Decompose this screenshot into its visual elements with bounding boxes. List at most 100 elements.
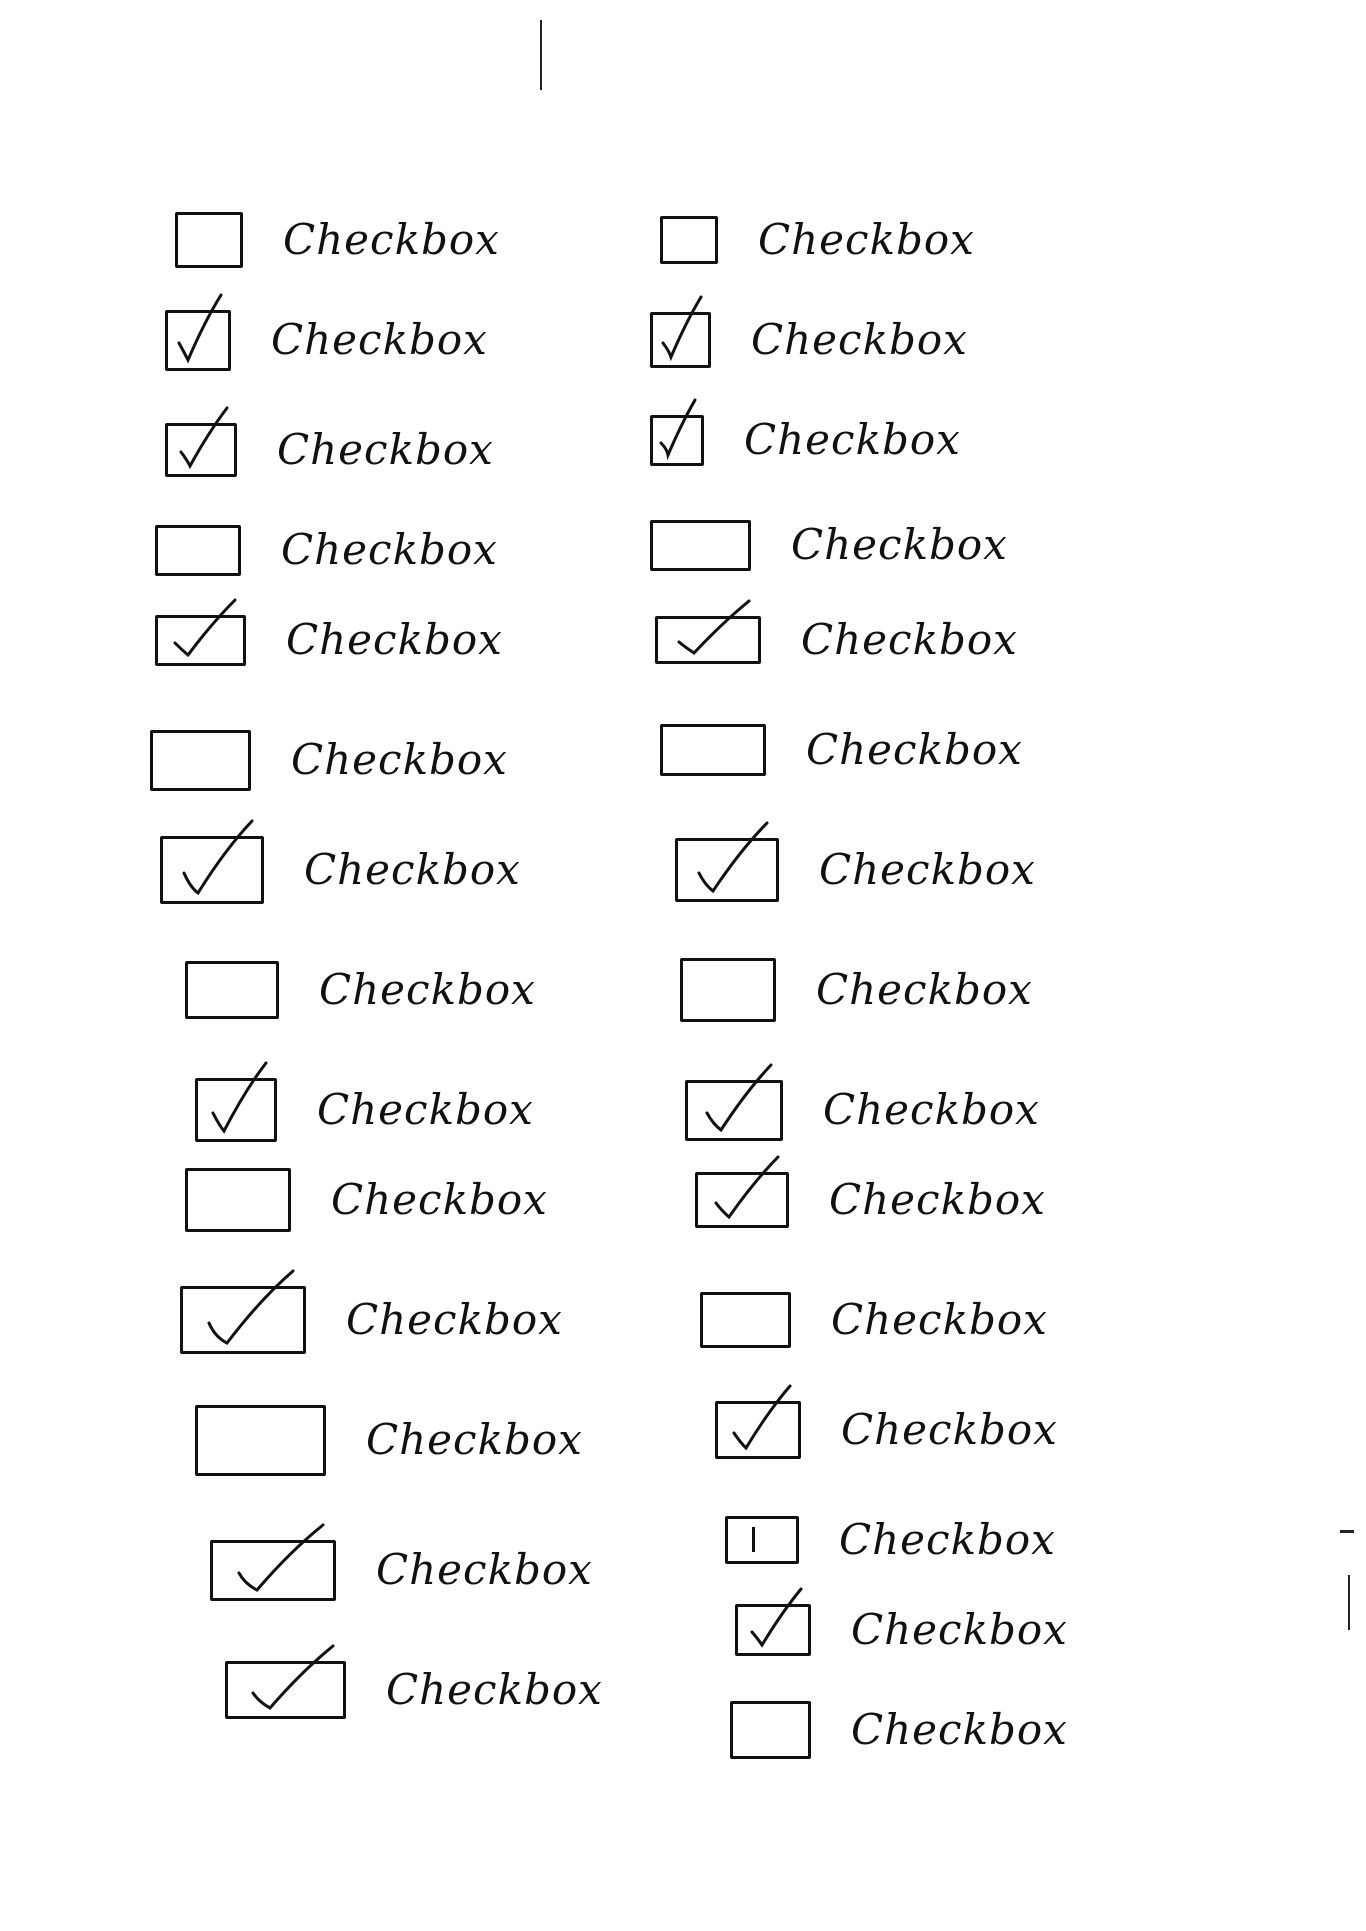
scan-speck: [1340, 1530, 1354, 1533]
checkbox-row[interactable]: Checkbox: [210, 1523, 593, 1610]
checkmark-icon: [251, 1644, 335, 1710]
checkmark-icon: [207, 1269, 295, 1345]
checkbox[interactable]: [210, 1523, 336, 1601]
checkbox-row[interactable]: Checkbox: [660, 200, 975, 280]
checkbox[interactable]: [660, 724, 766, 776]
checkbox-label: Checkbox: [751, 315, 968, 364]
checkbox-row[interactable]: Checkbox: [155, 598, 503, 680]
checkbox-row[interactable]: Checkbox: [185, 1160, 548, 1240]
checkbox-label: Checkbox: [386, 1665, 603, 1714]
checkbox-row[interactable]: Checkbox: [195, 1400, 583, 1480]
checkbox-row[interactable]: Checkbox: [165, 293, 488, 380]
checkbox-label: Checkbox: [791, 520, 1008, 569]
checkbox[interactable]: [650, 519, 751, 571]
checkbox-label: Checkbox: [816, 965, 1033, 1014]
checkbox-row[interactable]: Checkbox: [715, 1384, 1058, 1470]
checkbox-label: Checkbox: [304, 845, 521, 894]
checkbox[interactable]: [195, 1061, 277, 1142]
checkbox-row[interactable]: Checkbox: [650, 295, 968, 380]
checkbox[interactable]: [165, 406, 237, 477]
checkbox[interactable]: [675, 821, 779, 902]
checkbox[interactable]: [680, 958, 776, 1022]
checkbox[interactable]: [730, 1701, 811, 1759]
checkbox[interactable]: [700, 1292, 791, 1348]
checkbox-label: Checkbox: [851, 1705, 1068, 1754]
checkbox[interactable]: [655, 599, 761, 664]
checkbox[interactable]: [155, 598, 246, 666]
checkbox-row[interactable]: Checkbox: [650, 505, 1008, 585]
checkbox-row[interactable]: Checkbox: [680, 950, 1033, 1030]
checkbox-row[interactable]: Checkbox: [225, 1644, 603, 1730]
checkbox[interactable]: [185, 1168, 291, 1232]
checkbox-row[interactable]: Checkbox: [725, 1500, 1056, 1580]
checkbox-row[interactable]: Checkbox: [685, 1063, 1040, 1150]
checkbox-row[interactable]: Checkbox: [655, 599, 1018, 680]
checkbox-label: Checkbox: [806, 725, 1023, 774]
checkbox[interactable]: [225, 1644, 346, 1719]
checkbox-row[interactable]: Checkbox: [735, 1587, 1068, 1670]
checkbox-row[interactable]: Checkbox: [180, 1269, 563, 1360]
checkbox[interactable]: [660, 216, 718, 264]
checkbox-row[interactable]: Checkbox: [675, 821, 1036, 910]
checkbox[interactable]: [185, 961, 279, 1019]
checkbox[interactable]: [715, 1384, 801, 1459]
left-checkbox-column: Checkbox Checkbox Checkbox Checkbox Checkbox…: [150, 200, 710, 1800]
checkbox-label: Checkbox: [839, 1515, 1056, 1564]
checkmark-icon: [732, 1384, 792, 1451]
checkbox[interactable]: [725, 1516, 799, 1564]
checkbox-row[interactable]: Checkbox: [195, 1061, 534, 1150]
checkbox-row[interactable]: Checkbox: [650, 398, 961, 480]
checkbox-label: Checkbox: [823, 1085, 1040, 1134]
checkmark-icon: [237, 1523, 325, 1592]
scan-speck: [540, 20, 542, 90]
checkbox-label: Checkbox: [283, 215, 500, 264]
checkbox[interactable]: [650, 295, 711, 368]
checkbox-label: Checkbox: [829, 1175, 1046, 1224]
checkbox[interactable]: [160, 819, 264, 904]
checkbox-row[interactable]: Checkbox: [185, 950, 536, 1030]
checkmark-icon: [705, 1063, 773, 1132]
checkbox-row[interactable]: Checkbox: [660, 710, 1023, 790]
checkbox-row[interactable]: Checkbox: [160, 819, 521, 910]
checkmark-icon: [661, 295, 703, 362]
checkmark-icon: [697, 821, 769, 894]
checkbox[interactable]: [695, 1155, 789, 1228]
checkmark-icon: [179, 406, 229, 470]
checkbox-row[interactable]: Checkbox: [700, 1280, 1048, 1360]
checkbox-label: Checkbox: [801, 615, 1018, 664]
checkbox[interactable]: [180, 1269, 306, 1354]
checkbox-label: Checkbox: [286, 615, 503, 664]
indeterminate-mark-icon: [752, 1527, 755, 1552]
checkbox-label: Checkbox: [346, 1295, 563, 1344]
checkbox-row[interactable]: Checkbox: [165, 406, 494, 490]
checkbox[interactable]: [650, 398, 704, 466]
checkmark-icon: [714, 1155, 780, 1220]
checkbox-row[interactable]: Checkbox: [695, 1155, 1046, 1240]
checkmark-icon: [677, 599, 751, 655]
checkbox-row[interactable]: Checkbox: [155, 510, 498, 590]
checkbox-row[interactable]: Checkbox: [150, 720, 508, 800]
checkbox-row[interactable]: Checkbox: [730, 1690, 1068, 1770]
checkbox-label: Checkbox: [851, 1605, 1068, 1654]
checkbox-label: Checkbox: [319, 965, 536, 1014]
checkmark-icon: [659, 398, 697, 460]
checkbox[interactable]: [735, 1587, 811, 1656]
checkbox[interactable]: [150, 729, 251, 791]
right-checkbox-column: Checkbox Checkbox Checkbox Checkbox Checkbox…: [650, 200, 1210, 1800]
checkbox[interactable]: [165, 293, 231, 371]
checkbox[interactable]: [685, 1063, 783, 1141]
checkbox[interactable]: [155, 524, 241, 576]
checkbox-label: Checkbox: [271, 315, 488, 364]
checkbox-label: Checkbox: [366, 1415, 583, 1464]
checkbox-label: Checkbox: [831, 1295, 1048, 1344]
checkbox-row[interactable]: Checkbox: [175, 200, 500, 280]
checkbox-label: Checkbox: [281, 525, 498, 574]
checkbox[interactable]: [195, 1404, 326, 1476]
scanned-sheet: Checkbox Checkbox Checkbox Checkbox Checkbox…: [0, 0, 1366, 1931]
checkmark-icon: [750, 1587, 803, 1648]
checkbox-label: Checkbox: [331, 1175, 548, 1224]
checkbox-label: Checkbox: [758, 215, 975, 264]
checkbox-label: Checkbox: [744, 415, 961, 464]
checkbox-label: Checkbox: [291, 735, 508, 784]
checkbox[interactable]: [175, 212, 243, 268]
